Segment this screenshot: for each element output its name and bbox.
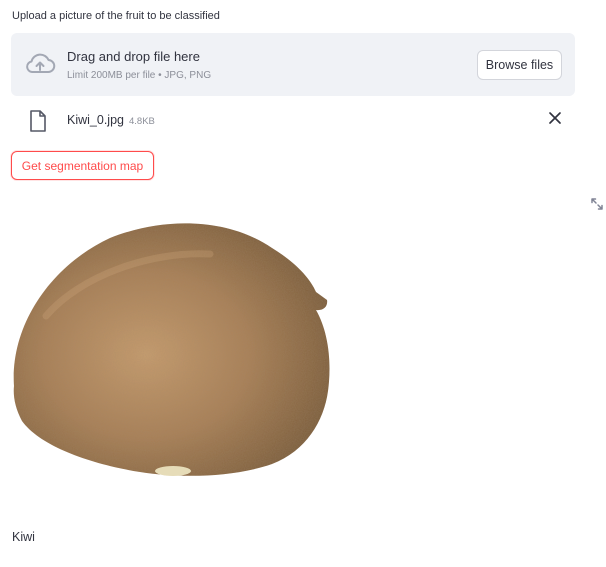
- uploader-label: Upload a picture of the fruit to be clas…: [12, 10, 220, 22]
- file-name-text: Kiwi_0.jpg: [67, 113, 124, 127]
- get-segmentation-map-button[interactable]: Get segmentation map: [11, 151, 154, 180]
- prediction-result: Kiwi: [12, 530, 35, 544]
- fullscreen-icon[interactable]: [590, 197, 604, 211]
- uploaded-file-row: Kiwi_0.jpg 4.8KB: [11, 104, 575, 136]
- file-icon: [30, 110, 46, 132]
- file-dropzone[interactable]: Drag and drop file here Limit 200MB per …: [11, 33, 575, 96]
- dropzone-title: Drag and drop file here: [67, 49, 200, 64]
- dropzone-limit-text: Limit 200MB per file • JPG, PNG: [67, 70, 212, 81]
- kiwi-fruit-image: [13, 223, 330, 476]
- browse-files-button[interactable]: Browse files: [477, 50, 562, 80]
- cloud-upload-icon: [26, 53, 56, 73]
- streamlit-app: Upload a picture of the fruit to be clas…: [0, 0, 606, 567]
- close-icon[interactable]: [547, 110, 563, 126]
- file-size-text: 4.8KB: [128, 116, 155, 127]
- uploaded-file-name: Kiwi_0.jpg 4.8KB: [67, 113, 155, 127]
